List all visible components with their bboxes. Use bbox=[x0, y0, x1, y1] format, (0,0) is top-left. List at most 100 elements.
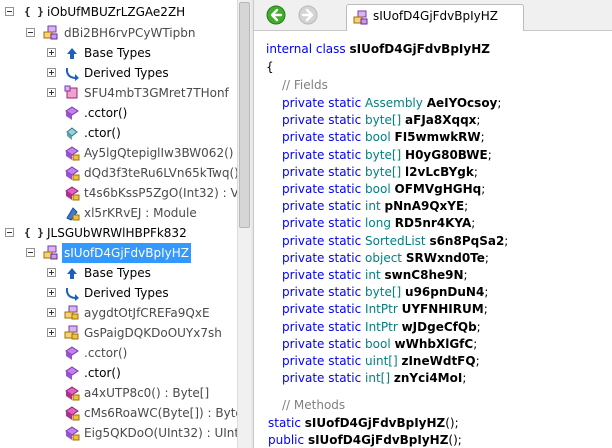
collapse-toggle[interactable] bbox=[5, 7, 14, 16]
field-type[interactable]: Assembly bbox=[365, 96, 423, 110]
field-type[interactable]: long bbox=[365, 216, 391, 230]
base-types-icon bbox=[67, 268, 77, 279]
tree-base-types[interactable]: Base Types bbox=[0, 263, 237, 283]
field-type[interactable]: byte[] bbox=[365, 113, 401, 127]
tree-nested-class[interactable]: SFU4mbT3GMret7THonf bbox=[0, 83, 237, 103]
field-name[interactable]: OFMVgHGHq bbox=[395, 182, 482, 196]
tree-nested-class[interactable]: GsPaigDQKDoOUYx7sh bbox=[0, 323, 237, 343]
tree-member-method[interactable]: Ay5lgQtepiglIw3BW062() : bbox=[0, 143, 237, 163]
forward-arrow-icon[interactable] bbox=[298, 5, 318, 25]
member-label: xl5rKRvEJ : Module bbox=[84, 206, 197, 220]
tree-member-method[interactable]: Eig5QKDoO(UInt32) : UInt bbox=[0, 423, 237, 443]
field-type[interactable]: int bbox=[365, 268, 381, 282]
tree-member-ctor[interactable]: .ctor() bbox=[0, 123, 237, 143]
tree-class-2[interactable]: sIUofD4GjFdvBpIyHZ bbox=[0, 243, 237, 263]
field-name[interactable]: swnC8he9N bbox=[385, 268, 464, 282]
field-declaration: private static bool FI5wmwkRW; bbox=[282, 130, 485, 145]
method-icon bbox=[65, 106, 79, 120]
field-name[interactable]: RD5nr4KYA bbox=[395, 216, 472, 230]
assembly-tree[interactable]: { } iObUfMBUZrLZGAe2ZH dBi2BH6rvPCyWTipb… bbox=[0, 0, 237, 448]
field-name[interactable]: aFJa8Xqqx bbox=[405, 113, 476, 127]
member-label: Eig5QKDoO(UInt32) : UInt bbox=[84, 426, 237, 440]
field-modifiers: private static bbox=[282, 319, 362, 334]
base-types-icon bbox=[67, 48, 77, 59]
field-type[interactable]: int bbox=[365, 199, 381, 213]
class-declaration: internal class sIUofD4GjFdvBpIyHZ bbox=[266, 40, 490, 58]
field-name[interactable]: s6n8PqSa2 bbox=[429, 234, 504, 248]
tree-member-method[interactable]: cMs6RoaWC(Byte[]) : Byte bbox=[0, 403, 237, 423]
field-name[interactable]: u96pnDuN4 bbox=[405, 285, 484, 299]
method-name[interactable]: sIUofD4GjFdvBpIyHZ bbox=[305, 416, 445, 430]
nested-class-label: GsPaigDQKDoOUYx7sh bbox=[84, 326, 222, 340]
field-name[interactable]: H0yG80BWE bbox=[405, 148, 488, 162]
tree-namespace-2[interactable]: { } JLSGUbWRWlHBPFk832 bbox=[0, 223, 237, 243]
field-name[interactable]: znYci4MoI bbox=[394, 371, 462, 385]
tree-derived-types[interactable]: Derived Types bbox=[0, 63, 237, 83]
derived-types-label: Derived Types bbox=[84, 66, 169, 80]
expand-toggle[interactable] bbox=[47, 308, 56, 317]
field-type[interactable]: object bbox=[365, 251, 402, 265]
code-view[interactable]: internal class sIUofD4GjFdvBpIyHZ { // F… bbox=[254, 31, 612, 448]
field-name[interactable]: pNnA9QxYE bbox=[385, 199, 465, 213]
tree-member-ctor[interactable]: .ctor() bbox=[0, 363, 237, 383]
field-type[interactable]: byte[] bbox=[365, 285, 401, 299]
back-arrow-icon[interactable] bbox=[266, 5, 286, 25]
field-declaration: private static int[] znYci4MoI; bbox=[282, 371, 467, 386]
tree-base-types[interactable]: Base Types bbox=[0, 43, 237, 63]
expand-toggle[interactable] bbox=[47, 48, 56, 57]
field-name[interactable]: FI5wmwkRW bbox=[395, 130, 481, 144]
expand-toggle[interactable] bbox=[47, 88, 56, 97]
field-type[interactable]: uint[] bbox=[365, 354, 398, 368]
field-name[interactable]: AeIYOcsoy bbox=[427, 96, 498, 110]
tree-class-1[interactable]: dBi2BH6rvPCyWTipbn bbox=[0, 23, 237, 43]
field-name[interactable]: zIneWdtFQ bbox=[401, 354, 475, 368]
field-type[interactable]: SortedList bbox=[365, 234, 426, 248]
method-icon bbox=[65, 426, 80, 441]
methods-comment: // Methods bbox=[282, 398, 346, 412]
field-modifiers: private static bbox=[282, 182, 362, 196]
field-name[interactable]: UYFNHIRUM bbox=[402, 302, 484, 316]
field-type[interactable]: bool bbox=[365, 182, 391, 196]
expand-toggle[interactable] bbox=[47, 288, 56, 297]
tree-nested-class[interactable]: aygdtOtJfCREFa9QxE bbox=[0, 303, 237, 323]
field-type[interactable]: byte[] bbox=[365, 148, 401, 162]
field-declaration: private static IntPtr UYFNHIRUM; bbox=[282, 302, 488, 317]
field-type[interactable]: IntPtr bbox=[365, 320, 398, 334]
derived-types-label: Derived Types bbox=[84, 286, 169, 300]
scrollbar-thumb[interactable] bbox=[239, 2, 250, 228]
field-type[interactable]: bool bbox=[365, 130, 391, 144]
class-icon bbox=[43, 245, 58, 260]
method-icon bbox=[65, 346, 79, 360]
tree-member-method[interactable]: dQd3f3teRu6LVn65kTwq() bbox=[0, 163, 237, 183]
tab-class-source[interactable]: sIUofD4GjFdvBpIyHZ bbox=[346, 4, 524, 31]
field-type[interactable]: int[] bbox=[365, 371, 390, 385]
field-type[interactable]: byte[] bbox=[365, 165, 401, 179]
collapse-toggle[interactable] bbox=[26, 248, 35, 257]
field-name[interactable]: l2vLcBYgk bbox=[405, 165, 474, 179]
member-label: cMs6RoaWC(Byte[]) : Byte bbox=[84, 406, 237, 420]
tree-derived-types[interactable]: Derived Types bbox=[0, 283, 237, 303]
collapse-toggle[interactable] bbox=[26, 28, 35, 37]
tree-member-cctor[interactable]: .cctor() bbox=[0, 103, 237, 123]
nested-class-label: aygdtOtJfCREFa9QxE bbox=[84, 306, 210, 320]
member-label: t4s6bKssP5ZgO(Int32) : Vc bbox=[84, 186, 237, 200]
field-name[interactable]: SRWxnd0Te bbox=[406, 251, 485, 265]
editor-toolbar: sIUofD4GjFdvBpIyHZ bbox=[254, 0, 612, 31]
field-name[interactable]: wWhbXlGfC bbox=[395, 337, 474, 351]
tree-namespace-1[interactable]: { } iObUfMBUZrLZGAe2ZH bbox=[0, 2, 237, 22]
expand-toggle[interactable] bbox=[47, 328, 56, 337]
tree-member-field[interactable]: xl5rKRvEJ : Module bbox=[0, 203, 237, 223]
class-label: dBi2BH6rvPCyWTipbn bbox=[64, 26, 196, 40]
expand-toggle[interactable] bbox=[47, 68, 56, 77]
collapse-toggle[interactable] bbox=[5, 228, 14, 237]
field-name[interactable]: wJDgeCfQb bbox=[402, 320, 477, 334]
expand-toggle[interactable] bbox=[47, 268, 56, 277]
tree-member-method[interactable]: t4s6bKssP5ZgO(Int32) : Vc bbox=[0, 183, 237, 203]
tree-member-cctor[interactable]: .cctor() bbox=[0, 343, 237, 363]
member-label: .cctor() bbox=[84, 346, 128, 360]
tree-scrollbar[interactable] bbox=[237, 0, 251, 448]
field-type[interactable]: IntPtr bbox=[365, 302, 398, 316]
tree-member-method[interactable]: a4xUTP8c0() : Byte[] bbox=[0, 383, 237, 403]
method-name[interactable]: sIUofD4GjFdvBpIyHZ bbox=[308, 433, 448, 447]
field-type[interactable]: bool bbox=[365, 337, 391, 351]
